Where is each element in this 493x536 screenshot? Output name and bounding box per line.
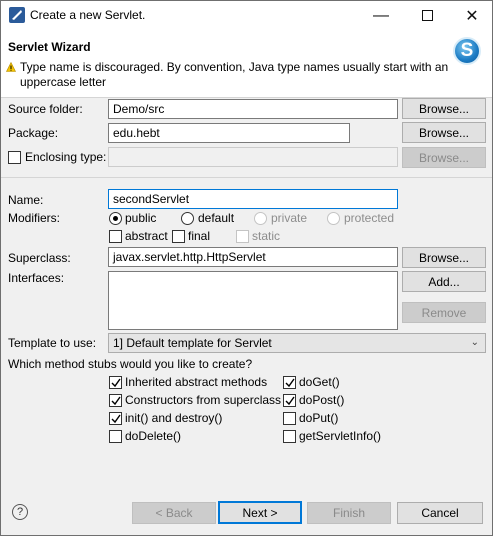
superclass-browse-button[interactable]: Browse... [402,247,486,268]
stub-constructors-checkbox[interactable] [109,394,122,407]
superclass-label: Superclass: [8,251,71,265]
wizard-window: Create a new Servlet. — ✕ Servlet Wizard… [0,0,493,536]
source-folder-browse-button[interactable]: Browse... [402,98,486,119]
name-label: Name: [8,193,44,207]
modifier-final-label: final [188,229,211,243]
back-button: < Back [132,502,216,524]
chevron-down-icon: ⌄ [470,337,479,348]
template-select-value: 1] Default template for Servlet [113,336,272,350]
minimize-icon[interactable]: — [358,1,404,30]
stub-inherited-abstract-checkbox[interactable] [109,376,122,389]
interfaces-label: Interfaces: [8,271,65,285]
method-stubs-question: Which method stubs would you like to cre… [8,357,253,371]
cancel-button[interactable]: Cancel [397,502,483,524]
maximize-icon[interactable] [404,1,450,30]
next-button[interactable]: Next > [218,501,302,524]
stub-doput-checkbox[interactable] [283,412,296,425]
modifier-private-label: private [271,211,308,225]
window-title: Create a new Servlet. [30,8,146,22]
stub-dodelete-checkbox[interactable] [109,430,122,443]
separator [1,177,492,178]
servlet-wizard-logo: S [453,37,481,65]
stub-dopost-label: doPost() [299,393,345,407]
title-bar: Create a new Servlet. — ✕ [1,1,492,30]
modifier-default-radio[interactable] [181,212,194,225]
help-icon[interactable]: ? [12,504,28,520]
warning-message: Type name is discouraged. By convention,… [20,60,449,89]
class-name-input[interactable]: secondServlet [108,189,398,209]
modifier-private-radio [254,212,267,225]
stub-getservletinfo-checkbox[interactable] [283,430,296,443]
stub-init-destroy-label: init() and destroy() [125,411,223,425]
warning-icon [6,62,16,72]
stub-doget-checkbox[interactable] [283,376,296,389]
modifier-default-label: default [198,211,235,225]
package-label: Package: [8,126,59,140]
interfaces-remove-button: Remove [402,302,486,323]
modifier-static-checkbox [236,230,249,243]
source-folder-input[interactable]: Demo/src [108,99,398,119]
stub-constructors-label: Constructors from superclass [125,393,282,407]
stub-getservletinfo-label: getServletInfo() [299,429,382,443]
eclipse-app-icon [9,7,25,23]
modifier-abstract-label: abstract [125,229,168,243]
modifiers-label: Modifiers: [8,211,61,225]
package-browse-button[interactable]: Browse... [402,122,486,143]
stub-doget-label: doGet() [299,375,340,389]
enclosing-type-label: Enclosing type: [25,150,107,164]
stub-dodelete-label: doDelete() [125,429,182,443]
template-select[interactable]: 1] Default template for Servlet ⌄ [108,333,486,353]
stub-dopost-checkbox[interactable] [283,394,296,407]
source-folder-label: Source folder: [8,102,83,116]
stub-inherited-abstract-label: Inherited abstract methods [125,375,268,389]
modifier-abstract-checkbox[interactable] [109,230,122,243]
interfaces-add-button[interactable]: Add... [402,271,486,292]
finish-button: Finish [307,502,391,524]
stub-doput-label: doPut() [299,411,339,425]
stub-init-destroy-checkbox[interactable] [109,412,122,425]
modifier-static-label: static [252,229,281,243]
interfaces-list[interactable] [108,271,398,330]
modifier-public-label: public [125,211,157,225]
modifier-final-checkbox[interactable] [172,230,185,243]
close-icon[interactable]: ✕ [449,1,493,30]
enclosing-type-input [108,147,398,167]
modifier-protected-label: protected [344,211,395,225]
template-label: Template to use: [8,336,97,350]
package-input[interactable]: edu.hebt [108,123,350,143]
wizard-title: Servlet Wizard [8,40,91,54]
modifier-public-radio[interactable] [109,212,122,225]
enclosing-type-checkbox[interactable] [8,151,21,164]
superclass-input[interactable]: javax.servlet.http.HttpServlet [108,247,398,267]
modifier-protected-radio [327,212,340,225]
enclosing-type-browse-button: Browse... [402,147,486,168]
wizard-header: Servlet Wizard Type name is discouraged.… [1,30,492,98]
